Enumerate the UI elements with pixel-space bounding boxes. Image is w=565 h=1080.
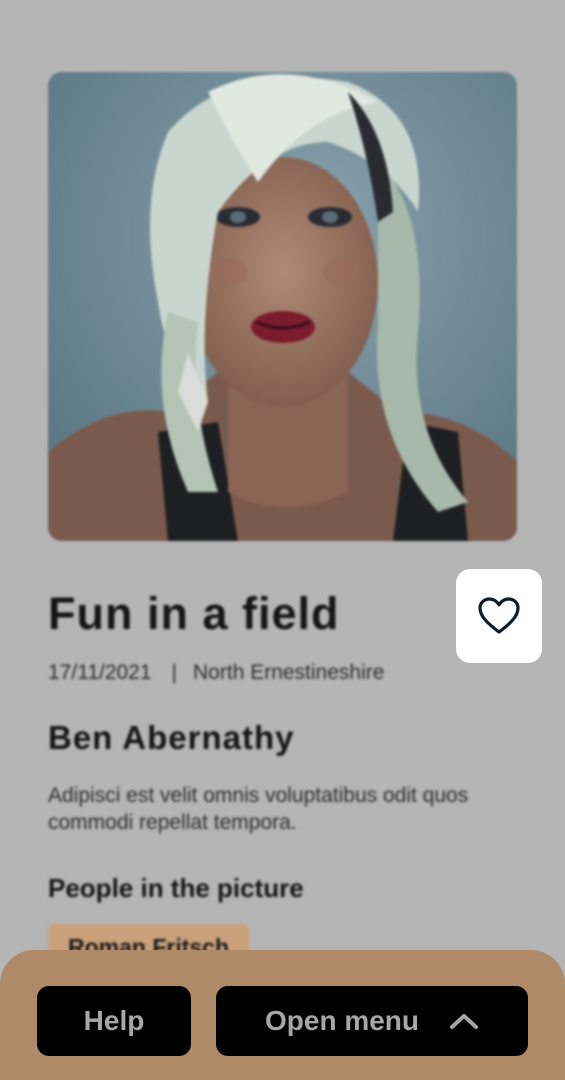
help-button[interactable]: Help	[37, 986, 191, 1056]
heart-outline-icon	[478, 597, 520, 634]
photo-location: North Ernestineshire	[193, 661, 385, 684]
author-name: Ben Abernathy	[48, 719, 295, 756]
chevron-up-icon	[450, 1014, 478, 1029]
open-menu-button[interactable]: Open menu	[216, 986, 528, 1056]
open-menu-label: Open menu	[264, 1005, 419, 1036]
help-button-label: Help	[83, 1005, 145, 1036]
favorite-button[interactable]	[456, 569, 542, 663]
photo-description: Adipisci est velit omnis voluptatibus od…	[48, 784, 469, 834]
people-section-label: People in the picture	[48, 873, 304, 903]
meta-separator: |	[171, 661, 178, 684]
photo-meta: 17/11/2021 | North Ernestineshire	[48, 659, 384, 687]
portrait-photo	[48, 72, 517, 541]
photo-title: Fun in a field	[48, 588, 340, 639]
photo-date: 17/11/2021	[48, 661, 152, 684]
photo-detail-page: Fun in a field 17/11/2021 | North Ernestin…	[0, 0, 565, 1080]
portrait-photo-illustration	[48, 72, 517, 541]
